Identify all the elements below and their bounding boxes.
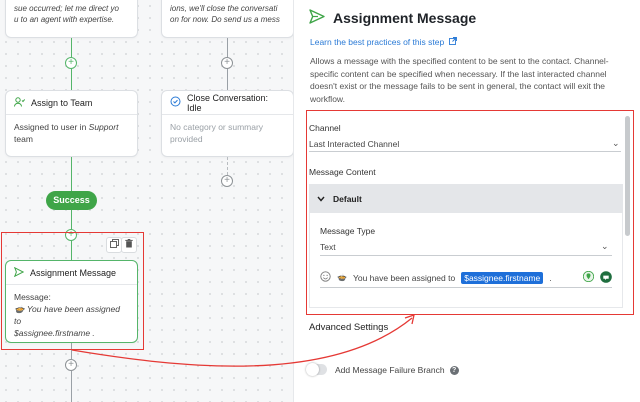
advanced-settings-heading[interactable]: Advanced Settings xyxy=(309,322,388,333)
step-description: Allows a message with the specified cont… xyxy=(310,56,609,104)
add-step-button[interactable]: + xyxy=(221,57,233,69)
node-body: Assigned to user in Support team xyxy=(6,115,137,151)
node-assign-to-team[interactable]: Assign to Team Assigned to user in Suppo… xyxy=(5,90,138,157)
node-body: No category or summary provided xyxy=(162,115,293,151)
send-icon xyxy=(309,9,325,27)
connector-dashed xyxy=(227,157,228,175)
workflow-canvas[interactable]: sue occurred; let me direct yo u to an a… xyxy=(0,0,293,402)
link-text: Learn the best practices of this step xyxy=(310,37,445,47)
highlight-box-panel xyxy=(306,110,634,315)
panel-title: Assignment Message xyxy=(333,10,477,26)
add-step-button[interactable]: + xyxy=(65,57,77,69)
node-body-text: team xyxy=(14,134,33,144)
node-partial-left-text: sue occurred; let me direct yo u to an a… xyxy=(14,4,119,24)
node-partial-left[interactable]: sue occurred; let me direct yo u to an a… xyxy=(5,0,138,38)
add-step-button[interactable]: + xyxy=(65,359,77,371)
node-body-team: Support xyxy=(88,122,119,132)
node-partial-right-text: ions, we'll close the conversati on for … xyxy=(170,4,280,24)
success-branch-badge[interactable]: Success xyxy=(46,191,97,210)
help-icon[interactable]: ? xyxy=(449,365,459,375)
node-body-text: No category or summary provided xyxy=(170,122,264,144)
learn-best-practices-link[interactable]: Learn the best practices of this step xyxy=(310,37,458,47)
add-step-button[interactable]: + xyxy=(221,175,233,187)
workflow-editor: sue occurred; let me direct yo u to an a… xyxy=(0,0,640,402)
node-body-text: Assigned to user in xyxy=(14,122,89,132)
connector xyxy=(71,371,72,402)
node-header: Assign to Team xyxy=(6,91,137,115)
highlight-box-node xyxy=(1,232,144,350)
panel-header: Assignment Message xyxy=(309,9,476,27)
node-header: Close Conversation: Idle xyxy=(162,91,293,115)
node-partial-right[interactable]: ions, we'll close the conversati on for … xyxy=(161,0,293,38)
chat-close-icon xyxy=(170,96,181,109)
failure-branch-toggle[interactable] xyxy=(306,363,327,376)
node-title: Close Conversation: Idle xyxy=(187,92,269,113)
node-close-conversation[interactable]: Close Conversation: Idle No category or … xyxy=(161,90,293,157)
node-title: Assign to Team xyxy=(31,97,93,108)
failure-branch-label: Add Message Failure Branch xyxy=(335,365,445,375)
failure-branch-row: Add Message Failure Branch ? xyxy=(335,365,459,375)
external-link-icon xyxy=(449,37,458,47)
connector xyxy=(71,157,72,191)
assign-user-icon xyxy=(14,96,26,109)
